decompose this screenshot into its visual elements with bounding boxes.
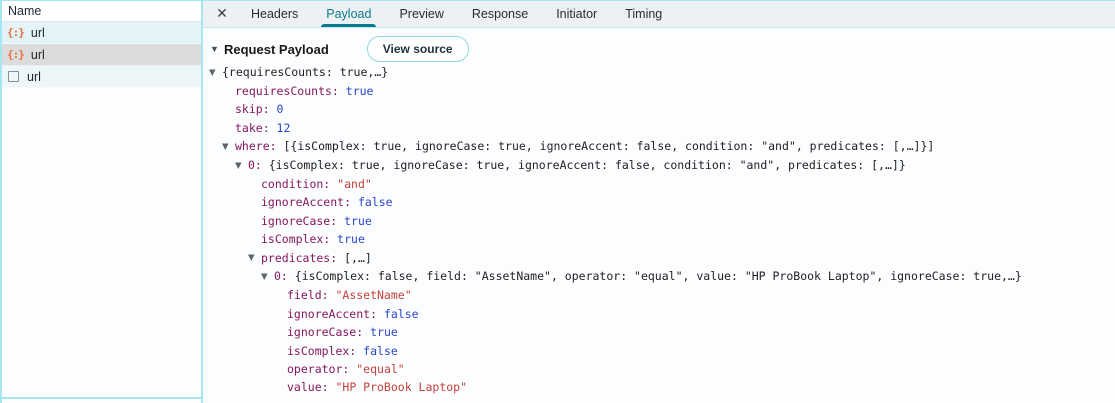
tab-label: Preview	[399, 6, 444, 21]
tab-label: Timing	[625, 6, 663, 21]
payload-json-tree: ▼ {requiresCounts: true,…} requiresCounts:…	[203, 63, 1115, 397]
property-key: where:	[235, 139, 284, 154]
property-key: take:	[235, 120, 277, 135]
tab-label: Headers	[251, 6, 299, 21]
property-key: value:	[287, 380, 336, 395]
payload-tree-row[interactable]: value: "HP ProBook Laptop"	[203, 378, 1115, 396]
request-rows: {:} url {:} url url	[0, 22, 201, 88]
tab-payload[interactable]: Payload	[312, 0, 385, 27]
payload-tree-row[interactable]: ▼ where: [{isComplex: true, ignoreCase: t…	[203, 137, 1115, 156]
property-key: operator:	[287, 362, 357, 376]
details-tab-bar: ✕ Headers Payload Preview Response Initiator…	[203, 0, 1115, 28]
property-value: {requiresCounts: true,…}	[222, 65, 389, 79]
close-icon: ✕	[216, 5, 228, 21]
payload-tree-row[interactable]: requiresCounts: true	[203, 82, 1115, 100]
request-row[interactable]: {:} url	[0, 22, 201, 44]
tab-headers[interactable]: Headers	[237, 0, 312, 27]
payload-tree-row[interactable]: ignoreCase: true	[203, 323, 1115, 341]
expand-triangle-icon[interactable]: ▼	[248, 249, 261, 267]
property-key: 0:	[274, 269, 295, 284]
tab-initiator[interactable]: Initiator	[542, 0, 611, 27]
panel-divider[interactable]	[201, 0, 203, 403]
tab-timing[interactable]: Timing	[611, 0, 676, 27]
expand-triangle-icon[interactable]: ▼	[261, 268, 274, 286]
property-key: 0:	[248, 158, 269, 173]
panel-frame-top-border	[0, 0, 1115, 1]
payload-tree-row[interactable]: ▼ {requiresCounts: true,…}	[203, 63, 1115, 82]
tab-preview[interactable]: Preview	[385, 0, 457, 27]
property-value: [,…]	[344, 250, 372, 265]
tab-label: Response	[471, 6, 529, 21]
view-source-label: View source	[382, 42, 453, 56]
request-name-label: url	[27, 69, 41, 84]
request-name-label: url	[30, 47, 45, 62]
network-request-list: Name {:} url {:} url url	[0, 0, 203, 403]
sidebar-bottom-border	[0, 397, 203, 399]
section-title: Request Payload	[224, 41, 329, 57]
property-value: true	[345, 83, 374, 98]
property-value: {isComplex: false, field: "AssetName", o…	[294, 269, 1022, 284]
property-key: ignoreCase:	[287, 325, 371, 340]
payload-tree-row[interactable]: operator: "equal"	[203, 360, 1115, 378]
property-value: 0	[276, 102, 284, 117]
expand-triangle-icon[interactable]: ▼	[235, 157, 248, 175]
expand-triangle-icon[interactable]: ▼	[209, 64, 222, 82]
request-name-label: url	[30, 25, 45, 40]
payload-tree-row[interactable]: ▼ predicates: [,…]	[203, 249, 1115, 268]
payload-tree-row[interactable]: ignoreCase: true	[203, 212, 1115, 230]
name-column-header[interactable]: Name	[0, 0, 201, 22]
property-key: predicates:	[261, 250, 345, 265]
payload-tree-row[interactable]: ▼ 0: {isComplex: true, ignoreCase: true, …	[203, 156, 1115, 175]
payload-tree-row[interactable]: isComplex: false	[203, 342, 1115, 360]
expand-triangle-icon[interactable]: ▼	[222, 138, 235, 156]
payload-tree-row[interactable]: ignoreAccent: false	[203, 305, 1115, 323]
tab-label: Payload	[326, 6, 372, 21]
request-row[interactable]: url	[0, 66, 201, 88]
property-value: 12	[276, 120, 291, 135]
property-value: {isComplex: true, ignoreCase: true, igno…	[268, 158, 906, 173]
property-value: "AssetName"	[335, 288, 412, 303]
property-key: isComplex:	[261, 232, 338, 247]
property-value: true	[370, 325, 398, 340]
property-key: ignoreAccent:	[287, 306, 384, 321]
property-value: false	[383, 306, 419, 321]
tab-response[interactable]: Response	[458, 0, 542, 27]
payload-tree-row[interactable]: isComplex: true	[203, 230, 1115, 248]
tab-list: Headers Payload Preview Response Initiator Ti…	[237, 0, 676, 27]
property-key: ignoreAccent:	[261, 195, 358, 210]
json-braces-icon: {:}	[7, 48, 25, 61]
payload-tree-row[interactable]: ignoreAccent: false	[203, 193, 1115, 211]
property-key: condition:	[261, 176, 338, 191]
property-value: true	[344, 213, 372, 228]
property-value: false	[363, 343, 398, 358]
property-value: [{isComplex: true, ignoreCase: true, ign…	[283, 139, 935, 154]
json-braces-icon: {:}	[7, 26, 25, 39]
property-value: "HP ProBook Laptop"	[335, 380, 468, 395]
payload-tree-row[interactable]: field: "AssetName"	[203, 286, 1115, 304]
close-button[interactable]: ✕	[207, 0, 237, 27]
section-collapse-triangle-icon[interactable]: ▼	[210, 44, 224, 54]
request-details-panel: ✕ Headers Payload Preview Response Initiator…	[203, 0, 1115, 403]
payload-tree-row[interactable]: take: 12	[203, 119, 1115, 137]
property-key: skip:	[235, 102, 277, 117]
view-source-button[interactable]: View source	[366, 36, 469, 62]
property-value: true	[337, 232, 365, 247]
property-value: "and"	[337, 176, 372, 191]
tab-label: Initiator	[556, 6, 598, 21]
property-key: field:	[287, 288, 336, 303]
panel-frame-left-border	[0, 0, 2, 403]
request-row[interactable]: {:} url	[0, 44, 201, 66]
name-column-label: Name	[8, 3, 42, 18]
property-key: isComplex:	[287, 343, 364, 358]
property-key: ignoreCase:	[261, 213, 345, 228]
property-value: "equal"	[356, 362, 405, 376]
payload-tree-row[interactable]: condition: "and"	[203, 175, 1115, 193]
document-square-icon	[8, 71, 19, 82]
property-value: false	[357, 195, 393, 210]
payload-tree-row[interactable]: ▼ 0: {isComplex: false, field: "AssetName…	[203, 267, 1115, 286]
request-payload-section-header[interactable]: ▼ Request Payload View source	[210, 36, 1115, 62]
property-key: requiresCounts:	[235, 83, 346, 98]
payload-tree-row[interactable]: skip: 0	[203, 100, 1115, 118]
